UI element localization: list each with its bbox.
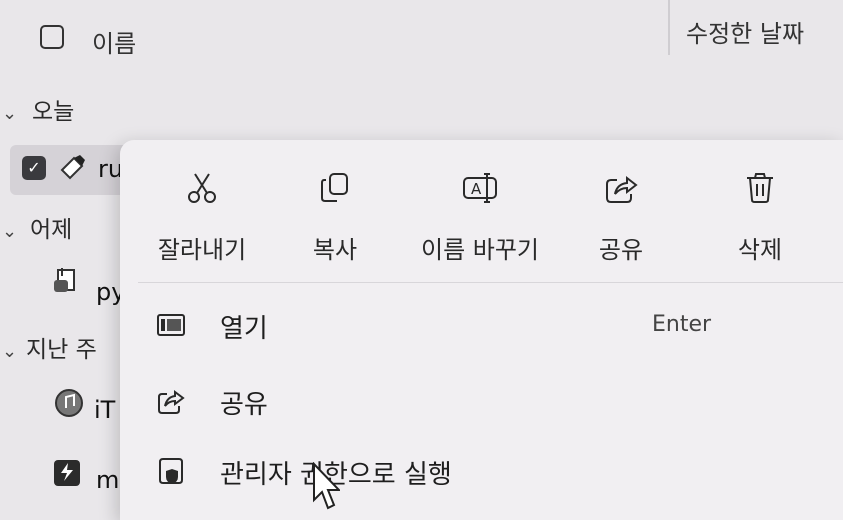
file-name[interactable]: iT bbox=[94, 396, 115, 424]
copy-label: 복사 bbox=[312, 236, 358, 264]
rename-label: 이름 바꾸기 bbox=[420, 236, 540, 264]
copy-button[interactable]: 복사 bbox=[275, 170, 395, 265]
column-divider[interactable] bbox=[668, 0, 670, 55]
open-shortcut: Enter bbox=[652, 312, 712, 337]
date-column-header[interactable]: 수정한 날짜 bbox=[686, 14, 804, 49]
group-yesterday-label: 어제 bbox=[30, 217, 73, 243]
share-button[interactable]: 공유 bbox=[561, 170, 681, 265]
open-icon bbox=[157, 314, 185, 336]
shield-icon bbox=[159, 458, 183, 484]
context-menu: 잘라내기 복사 A 이름 바꾸기 공유 삭제 열기 Enter 공유 관리자 권… bbox=[120, 140, 843, 520]
menu-item-share[interactable]: 공유 bbox=[120, 370, 843, 434]
group-today[interactable]: ⌄ 오늘 bbox=[2, 92, 74, 126]
chevron-down-icon: ⌄ bbox=[2, 341, 18, 362]
column-header: 이름 수정한 날짜 bbox=[0, 0, 843, 78]
rename-button[interactable]: A 이름 바꾸기 bbox=[420, 170, 540, 265]
cut-button[interactable]: 잘라내기 bbox=[142, 170, 262, 265]
zip-file-icon bbox=[54, 460, 80, 486]
delete-label: 삭제 bbox=[737, 236, 783, 264]
group-today-label: 오늘 bbox=[32, 99, 75, 125]
itunes-file-icon bbox=[55, 389, 83, 417]
menu-item-run-as-admin[interactable]: 관리자 권한으로 실행 bbox=[120, 440, 843, 504]
open-label: 열기 bbox=[220, 314, 268, 344]
python-file-icon bbox=[54, 268, 75, 292]
share-icon bbox=[158, 390, 185, 414]
rename-icon: A bbox=[463, 173, 497, 203]
share-menu-label: 공유 bbox=[220, 390, 268, 420]
group-last-week-label: 지난 주 bbox=[26, 337, 97, 363]
script-file-icon bbox=[60, 155, 85, 180]
name-column-header[interactable]: 이름 bbox=[92, 24, 136, 59]
file-name[interactable]: m bbox=[96, 466, 119, 494]
group-yesterday[interactable]: ⌄ 어제 bbox=[2, 210, 72, 244]
delete-button[interactable]: 삭제 bbox=[700, 170, 820, 265]
menu-separator bbox=[138, 282, 843, 283]
chevron-down-icon: ⌄ bbox=[2, 103, 18, 124]
menu-item-open[interactable]: 열기 Enter bbox=[120, 294, 843, 358]
row-checkbox-checked[interactable]: ✓ bbox=[22, 156, 46, 180]
share-label: 공유 bbox=[598, 236, 644, 264]
select-all-checkbox[interactable] bbox=[40, 25, 64, 49]
group-last-week[interactable]: ⌄ 지난 주 bbox=[2, 330, 97, 364]
mouse-pointer-icon bbox=[313, 462, 340, 510]
cut-icon bbox=[188, 173, 216, 203]
cut-label: 잘라내기 bbox=[157, 236, 247, 264]
chevron-down-icon: ⌄ bbox=[2, 221, 18, 242]
share-icon bbox=[606, 175, 638, 203]
trash-icon bbox=[747, 173, 773, 203]
svg-text:A: A bbox=[471, 180, 482, 198]
copy-icon bbox=[321, 173, 348, 202]
